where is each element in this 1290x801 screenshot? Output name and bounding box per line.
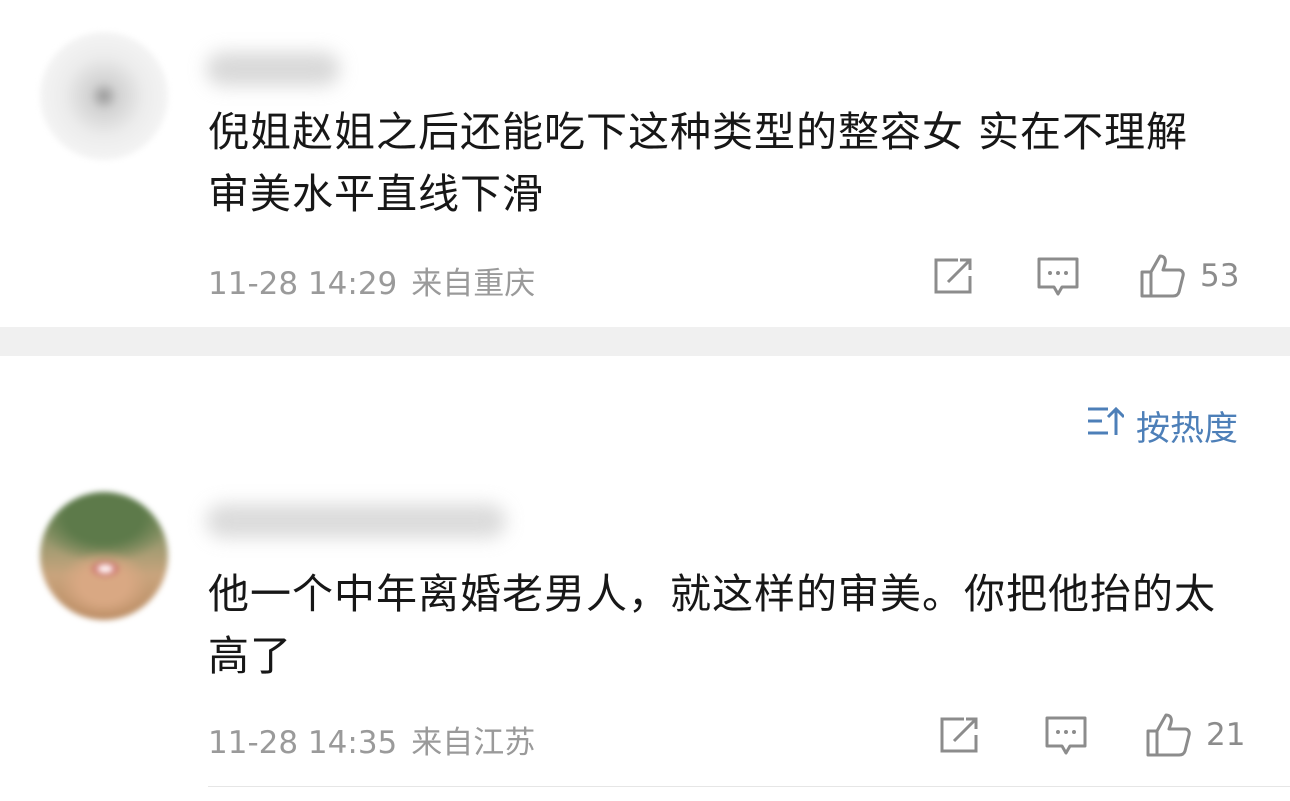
share-icon [932, 256, 976, 296]
comment-time: 11-28 14:35 [208, 725, 398, 761]
avatar[interactable] [40, 32, 168, 160]
comment-meta: 11-28 14:29 来自重庆 [208, 258, 535, 303]
sort-label: 按热度 [1136, 409, 1238, 449]
sort-by-heat-button[interactable]: 按热度 [1086, 401, 1238, 450]
username-blurred[interactable] [206, 52, 340, 86]
row-divider [208, 786, 1290, 787]
share-icon [938, 715, 982, 755]
section-divider [0, 327, 1290, 356]
comment-location: 来自重庆 [411, 266, 536, 302]
comment-text: 他一个中年离婚老男人，就这样的审美。你把他抬的太高了 [208, 570, 1216, 680]
comment-time: 11-28 14:29 [208, 266, 398, 302]
share-button[interactable] [932, 256, 976, 296]
sort-icon [1086, 405, 1136, 446]
comment-icon [1044, 715, 1088, 757]
avatar[interactable] [40, 492, 168, 620]
username-blurred[interactable] [206, 504, 506, 538]
comment-location: 来自江苏 [411, 725, 536, 761]
comment-icon [1036, 256, 1080, 298]
reply-button[interactable] [1044, 715, 1088, 757]
reply-button[interactable] [1036, 256, 1080, 298]
like-count: 21 [1206, 717, 1246, 753]
comment-meta: 11-28 14:35 来自江苏 [208, 717, 535, 762]
like-button[interactable]: 21 [1144, 711, 1245, 759]
comment-text: 倪姐赵姐之后还能吃下这种类型的整容女 实在不理解 审美水平直线下滑 [208, 108, 1189, 218]
thumbs-up-icon [1144, 711, 1192, 759]
like-button[interactable]: 53 [1138, 252, 1239, 300]
share-button[interactable] [938, 715, 982, 755]
like-count: 53 [1200, 258, 1240, 294]
thumbs-up-icon [1138, 252, 1186, 300]
